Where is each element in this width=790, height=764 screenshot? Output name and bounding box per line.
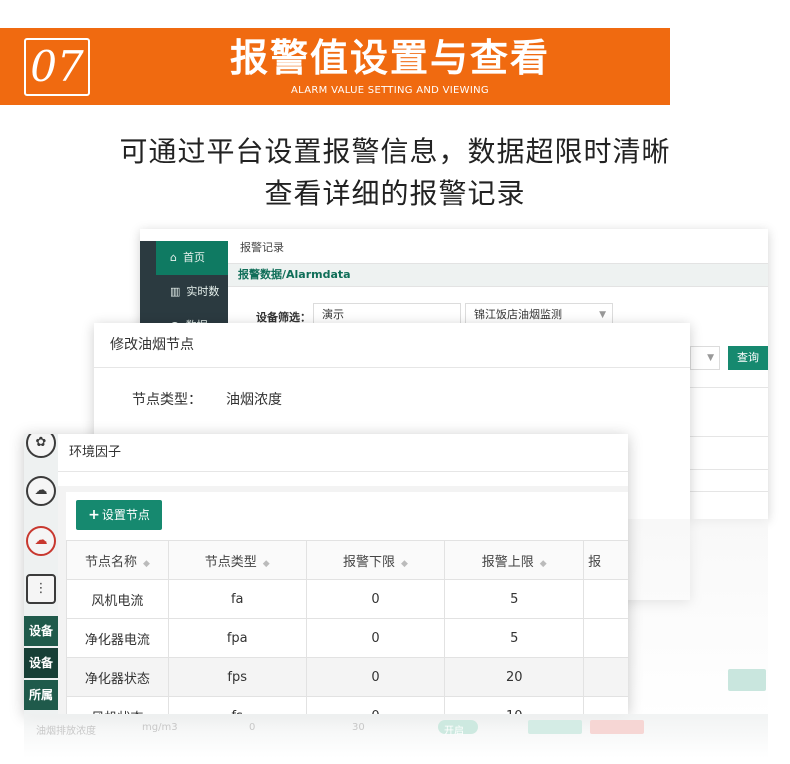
sidebar-item-device[interactable]: 设备	[24, 616, 58, 646]
section-number: 07	[24, 38, 90, 96]
node-type-label: 节点类型：	[132, 392, 202, 408]
env-panel: + 设置节点 节点名称 ◆ 节点类型 ◆ 报警下限 ◆ 报警上限 ◆ 报 风机电…	[66, 492, 628, 714]
table-row: 风机状态 fs 0 10	[66, 696, 628, 714]
bar-chart-icon: ▥	[170, 285, 181, 298]
column-header-alarm[interactable]: 报	[583, 540, 628, 580]
section-subtitle: ALARM VALUE SETTING AND VIEWING	[291, 85, 489, 96]
leaf-icon[interactable]: ✿	[26, 434, 56, 458]
node-type-value[interactable]: 油烟浓度	[226, 389, 282, 409]
chevron-down-icon: ▼	[707, 353, 714, 363]
node-table: 节点名称 ◆ 节点类型 ◆ 报警下限 ◆ 报警上限 ◆ 报 风机电流 fa 0 5	[66, 540, 628, 714]
set-node-button[interactable]: + 设置节点	[76, 500, 162, 530]
column-header-low[interactable]: 报警下限 ◆	[305, 540, 446, 580]
section-title: 报警值设置与查看	[229, 36, 550, 80]
alarm-section-title: 报警数据/Alarmdata	[228, 263, 768, 287]
table-row: 风机电流 fa 0 5	[66, 579, 628, 619]
table-row: 净化器电流 fpa 0 5	[66, 618, 628, 658]
env-title: 环境因子	[58, 434, 628, 472]
sort-icon: ◆	[539, 558, 547, 569]
column-header-type[interactable]: 节点类型 ◆	[167, 540, 307, 580]
faded-table-row: 油烟排放浓度 mg/m3 0 30 开启	[24, 714, 768, 758]
sidebar-item-device-2[interactable]: 设备	[24, 648, 58, 678]
sort-icon: ◆	[142, 558, 150, 569]
sort-icon: ◆	[401, 558, 408, 569]
faded-button	[728, 669, 766, 691]
grid-icon[interactable]: ⋮	[26, 574, 56, 604]
plus-icon: +	[88, 507, 100, 523]
env-main: 环境因子 + 设置节点 节点名称 ◆ 节点类型 ◆ 报警下限 ◆ 报警上限 ◆ 报	[58, 434, 628, 714]
query-button[interactable]: 查询	[728, 346, 768, 370]
wind-icon[interactable]: ☁	[26, 476, 56, 506]
table-row: 净化器状态 fps 0 20	[66, 657, 628, 697]
breadcrumb: 报警记录	[240, 241, 284, 254]
env-sidebar: ✿ ☁ ☁ ⋮ 设备 设备 所属	[24, 434, 58, 714]
section-banner: 07 报警值设置与查看 ALARM VALUE SETTING AND VIEW…	[0, 28, 670, 105]
env-factor-window: ✿ ☁ ☁ ⋮ 设备 设备 所属 环境因子 + 设置节点 节点名称 ◆ 节点类型 ◆	[24, 434, 628, 714]
sort-icon: ◆	[262, 558, 270, 569]
dialog-title: 修改油烟节点	[94, 323, 690, 368]
second-select[interactable]: ▼	[690, 346, 720, 370]
column-header-high[interactable]: 报警上限 ◆	[444, 540, 585, 580]
sidebar-item-owner[interactable]: 所属	[24, 680, 58, 710]
intro-line-2: 查看详细的报警记录	[264, 177, 526, 210]
cloud-alert-icon[interactable]: ☁	[26, 526, 56, 556]
column-header-name[interactable]: 节点名称 ◆	[66, 540, 169, 580]
intro-line-1: 可通过平台设置报警信息，数据超限时清晰	[119, 135, 671, 168]
home-icon: ⌂	[170, 251, 177, 264]
